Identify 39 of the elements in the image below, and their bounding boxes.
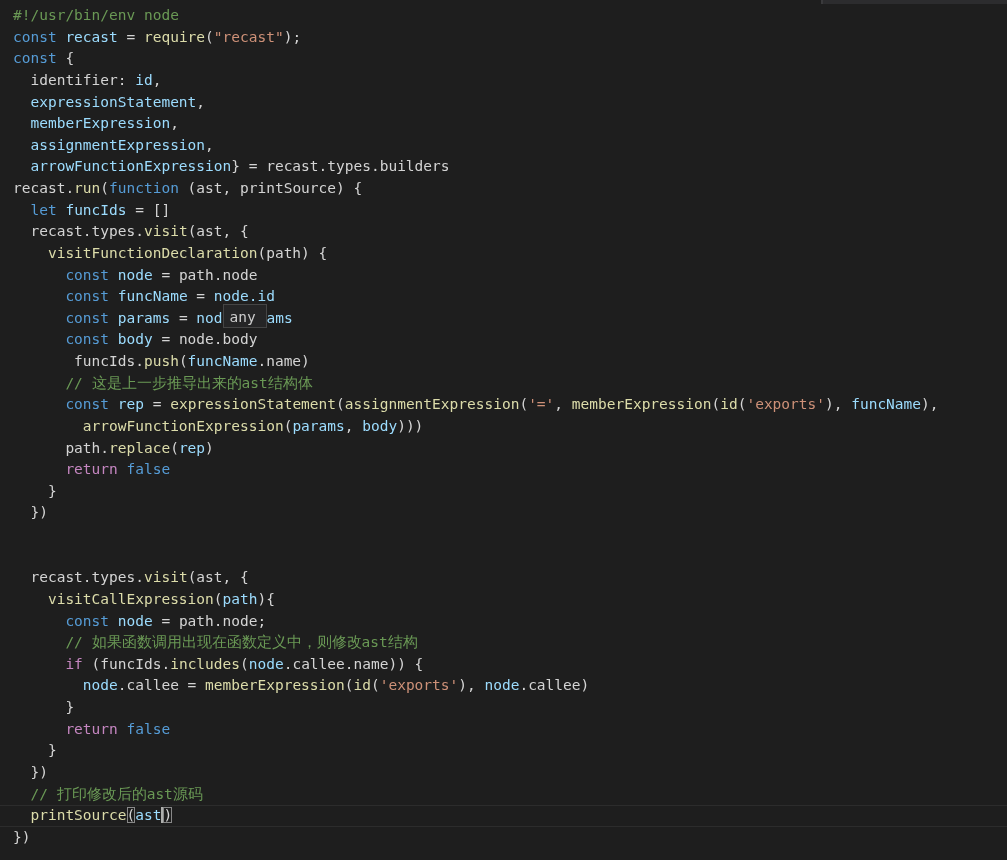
code-line: const { [13,50,75,67]
code-line: return false [65,461,171,478]
code-line: } [65,699,75,715]
code-line: } [47,742,57,759]
code-line: let funcIds = [] [30,201,171,218]
code-line: path.replace(rep) [65,439,214,456]
code-line: const node = path.node [65,266,258,283]
code-line: expressionStatement, [30,93,206,110]
code-line: const params = nod [65,309,223,326]
code-line: visitFunctionDeclaration(path) { [47,244,328,261]
type-tooltip: any [222,303,267,328]
code-line: const funcName = node.id [65,288,275,305]
code-line: // 如果函数调用出现在函数定义中，则修改ast结构 [65,634,418,651]
code-line: identifier: id, [30,71,162,88]
code-line: if (funcIds.includes(node.callee.name)) { [65,655,424,672]
code-line: node.callee = memberExpression(id('exports'), node.callee) [82,677,590,694]
code-line: } [47,482,57,499]
code-line: const body = node.body [65,331,258,348]
code-line: recast.types.visit(ast, { [30,223,249,240]
code-line: // 这是上一步推导出来的ast结构体 [65,374,313,391]
code-line: arrowFunctionExpression} = recast.types.builders [30,158,450,175]
code-line: // 打印修改后的ast源码 [30,785,203,802]
code-line: }) [30,763,48,780]
code-line: }) [30,504,48,521]
code-line: assignmentExpression, [30,136,214,153]
code-line: const recast = require("recast"); [13,28,302,45]
code-line: funcIds.push(funcName.name) [74,353,310,369]
code-line: const rep = expressionStatement(assignmentExpression('=', memberExpression(id('exports'), funcName), [65,396,939,413]
code-line: recast.run(function (ast, printSource) { [13,180,363,196]
code-line: visitCallExpression(path){ [47,590,275,607]
code-line: #!/usr/bin/env node [13,7,179,23]
code-line: arrowFunctionExpression(params, body))) [82,417,424,434]
code-line: const node = path.node; [65,612,267,629]
code-line: printSource(ast) [30,807,173,824]
code-line: recast.types.visit(ast, { [30,569,249,586]
code-line: }) [13,828,31,845]
code-line: memberExpression, [30,115,179,132]
code-line: return false [65,720,171,737]
code-line: ams [266,309,293,326]
